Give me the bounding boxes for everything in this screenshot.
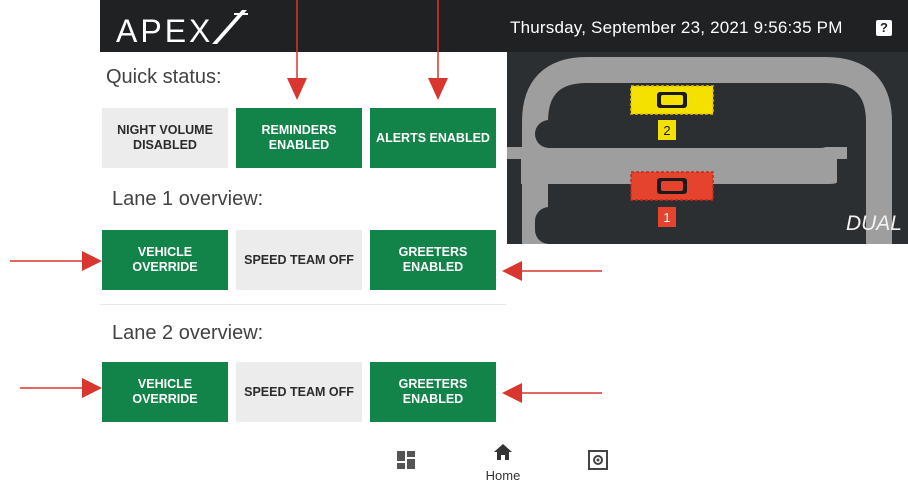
- nav-dashboard[interactable]: [396, 450, 416, 475]
- apex-logo: APEX: [116, 8, 256, 48]
- home-icon: [494, 444, 512, 460]
- lane2-greeters-button[interactable]: GREETERS ENABLED: [370, 362, 496, 422]
- annotation-arrow-lane1-greeters: [502, 261, 602, 281]
- lane2-overview-title: Lane 2 overview:: [112, 322, 264, 344]
- drive-thru-map: 2 1 DUAL: [507, 52, 908, 244]
- section-divider: [100, 304, 506, 305]
- night-volume-button[interactable]: NIGHT VOLUME DISABLED: [102, 108, 228, 168]
- current-datetime: Thursday, September 23, 2021 9:56:35 PM: [510, 18, 843, 37]
- help-icon[interactable]: ?: [876, 20, 892, 36]
- lane1-speed-team-button[interactable]: SPEED TEAM OFF: [236, 230, 362, 290]
- annotation-arrow-lane2-greeters: [502, 383, 602, 403]
- nav-home-label: Home: [485, 468, 521, 483]
- lane1-overview-title: Lane 1 overview:: [112, 188, 264, 210]
- top-bar: APEX Thursday, September 23, 2021 9:56:3…: [100, 0, 908, 52]
- lane2-vehicle-override-button[interactable]: VEHICLE OVERRIDE: [102, 362, 228, 422]
- lane1-marker: 1: [663, 210, 670, 225]
- quick-status-title: Quick status:: [106, 66, 222, 88]
- annotation-arrow-lane1-override: [10, 251, 102, 271]
- dashboard-icon: [397, 451, 415, 469]
- settings-icon: [588, 450, 608, 470]
- nav-settings[interactable]: [588, 450, 608, 475]
- annotation-arrow-alerts: [428, 0, 448, 100]
- svg-text:APEX: APEX: [116, 13, 213, 48]
- annotation-arrow-reminders: [287, 0, 307, 100]
- nav-home[interactable]: Home: [480, 443, 526, 483]
- lane1-vehicle-override-button[interactable]: VEHICLE OVERRIDE: [102, 230, 228, 290]
- annotation-arrow-lane2-override: [20, 378, 102, 398]
- lane1-greeters-button[interactable]: GREETERS ENABLED: [370, 230, 496, 290]
- lane2-marker: 2: [663, 123, 670, 138]
- alerts-button[interactable]: ALERTS ENABLED: [370, 108, 496, 168]
- reminders-button[interactable]: REMINDERS ENABLED: [236, 108, 362, 168]
- lane-mode-label: DUAL: [845, 212, 902, 235]
- lane2-speed-team-button[interactable]: SPEED TEAM OFF: [236, 362, 362, 422]
